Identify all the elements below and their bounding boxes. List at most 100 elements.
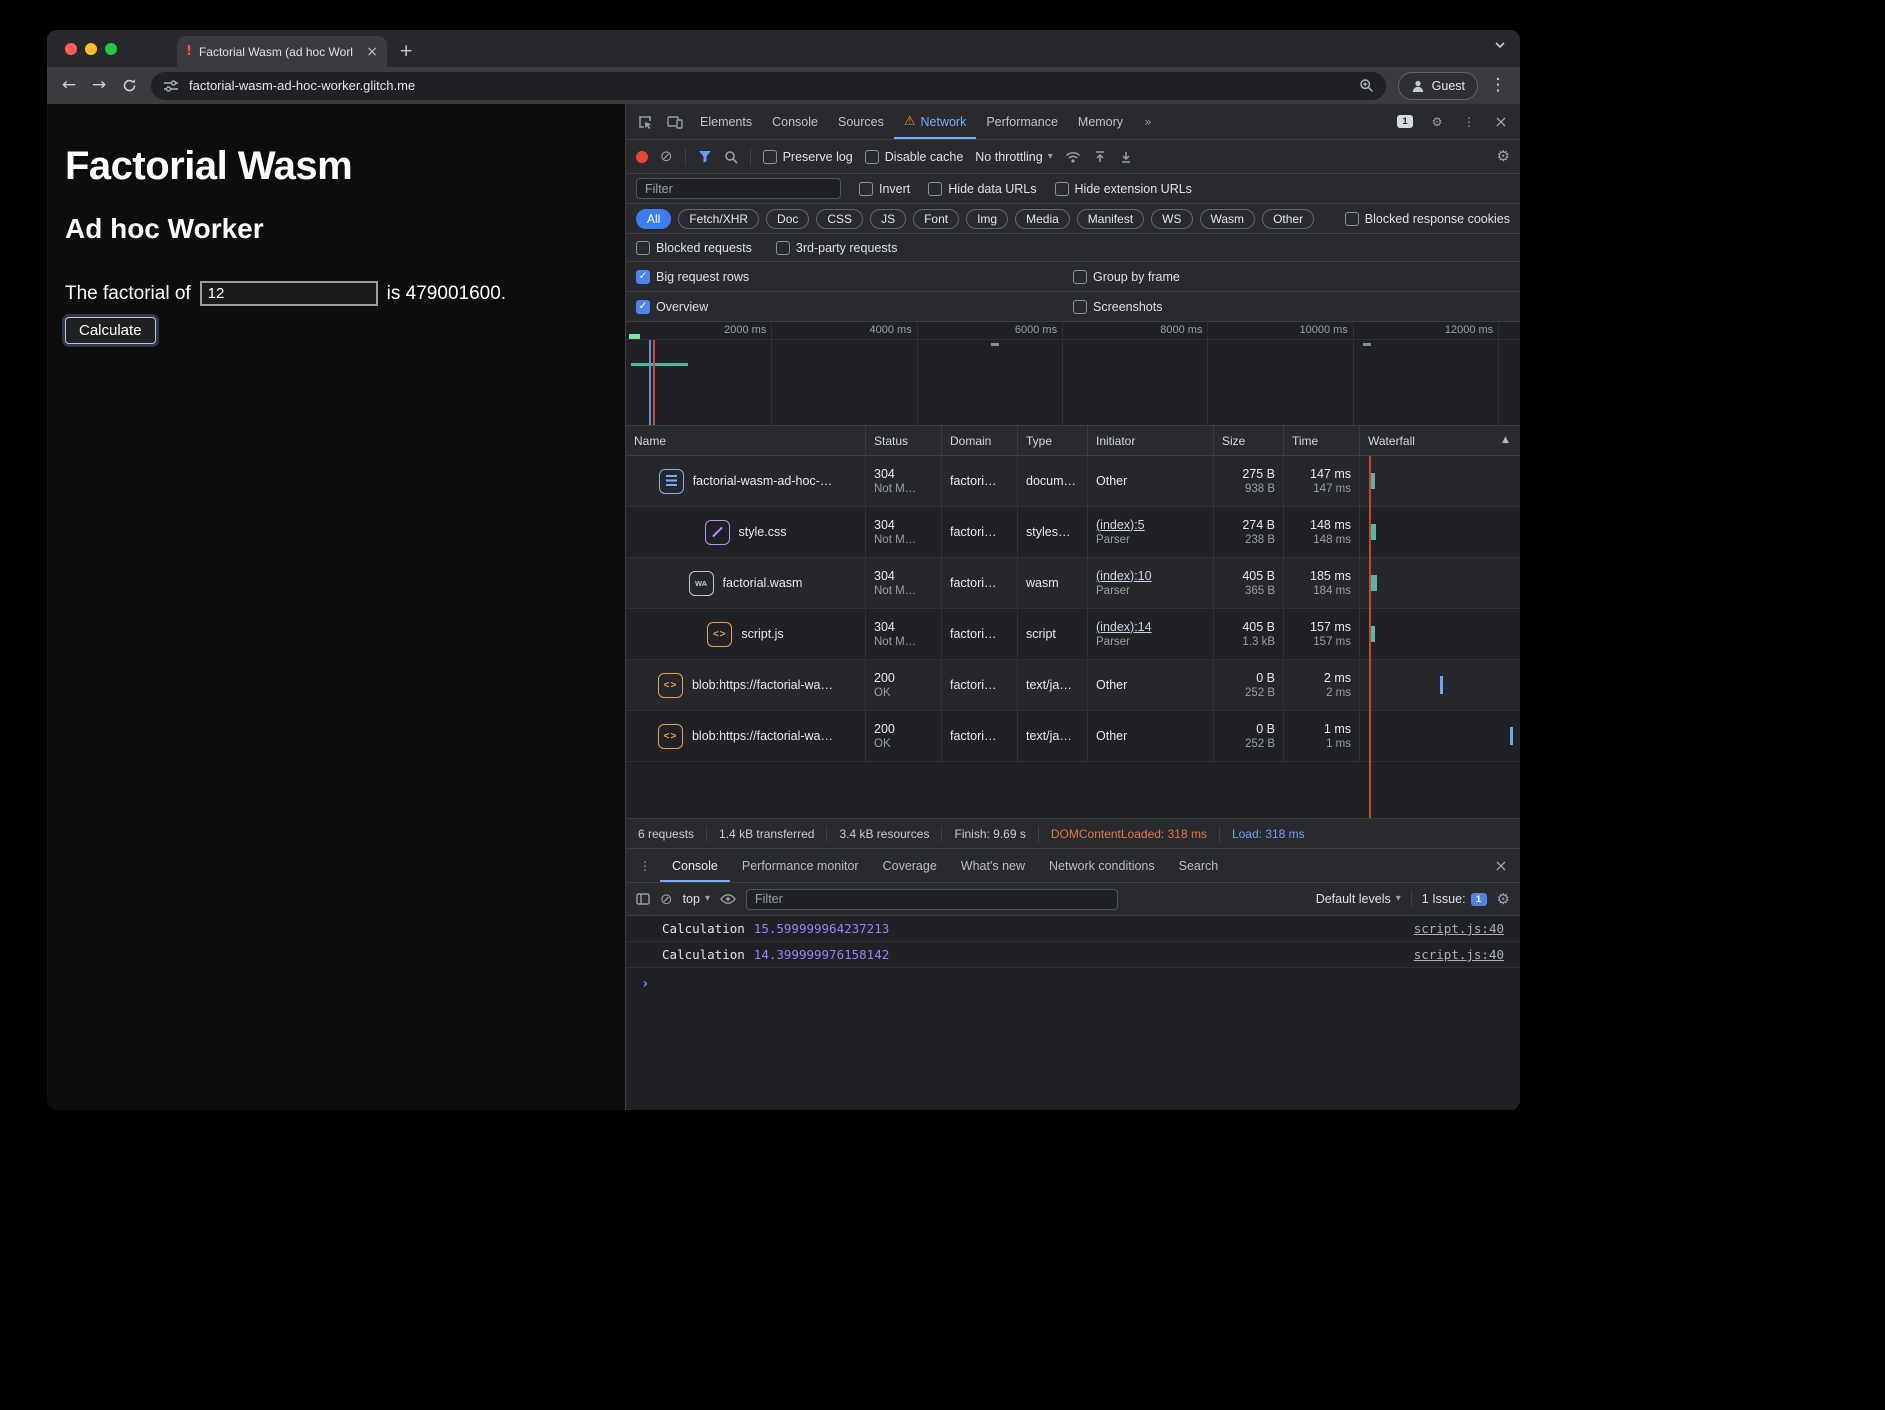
drawer-tab-network-conditions[interactable]: Network conditions — [1037, 849, 1167, 882]
calculate-button[interactable]: Calculate — [65, 317, 156, 344]
blocked-response-cookies-checkbox[interactable]: Blocked response cookies — [1345, 212, 1510, 226]
blocked-requests-checkbox[interactable]: Blocked requests — [636, 241, 752, 255]
console-filter-input[interactable] — [746, 889, 1118, 910]
log-levels-dropdown[interactable]: Default levels — [1316, 892, 1401, 906]
network-overview-timeline[interactable]: 2000 ms 4000 ms 6000 ms 8000 ms 10000 ms… — [626, 322, 1520, 426]
throttling-dropdown[interactable]: No throttling — [975, 150, 1052, 164]
column-header-size[interactable]: Size — [1214, 426, 1284, 455]
tab-console[interactable]: Console — [762, 104, 828, 139]
live-expression-eye-icon[interactable] — [720, 893, 736, 905]
filter-chip-fetch-xhr[interactable]: Fetch/XHR — [678, 209, 759, 229]
hide-data-urls-checkbox[interactable]: Hide data URLs — [928, 182, 1036, 196]
table-row[interactable]: factorial-wasm-ad-hoc-… 304 Not M… facto… — [626, 456, 1520, 507]
tab-sources[interactable]: Sources — [828, 104, 894, 139]
drawer-tab-coverage[interactable]: Coverage — [871, 849, 949, 882]
browser-tab[interactable]: Factorial Wasm (ad hoc Worl — [177, 36, 387, 67]
clear-console-icon[interactable] — [660, 892, 673, 907]
more-tabs-icon[interactable] — [1133, 107, 1163, 137]
export-har-icon[interactable] — [1119, 150, 1133, 164]
screenshots-checkbox[interactable]: Screenshots — [1073, 300, 1510, 314]
table-row[interactable]: script.js 304 Not M… factori… script (in… — [626, 609, 1520, 660]
message-source-link[interactable]: script.js:40 — [1414, 947, 1504, 962]
profile-button[interactable]: Guest — [1398, 72, 1478, 100]
filter-chip-ws[interactable]: WS — [1151, 209, 1192, 229]
filter-chip-all[interactable]: All — [636, 209, 671, 229]
filter-chip-js[interactable]: JS — [870, 209, 906, 229]
import-har-icon[interactable] — [1093, 150, 1107, 164]
zoom-icon[interactable] — [1359, 78, 1374, 93]
column-header-time[interactable]: Time — [1284, 426, 1360, 455]
issues-counter[interactable]: 1 — [1390, 107, 1420, 137]
filter-chip-manifest[interactable]: Manifest — [1077, 209, 1144, 229]
column-header-status[interactable]: Status — [866, 426, 942, 455]
inspect-element-icon[interactable] — [630, 107, 660, 137]
execution-context-dropdown[interactable]: top — [683, 892, 710, 906]
clear-network-log-icon[interactable] — [660, 149, 673, 164]
zoom-window-button[interactable] — [105, 43, 117, 55]
new-tab-button[interactable] — [387, 36, 425, 67]
disable-cache-checkbox[interactable]: Disable cache — [865, 150, 964, 164]
site-settings-icon[interactable] — [163, 79, 179, 93]
network-settings-icon[interactable] — [1497, 149, 1510, 164]
preserve-log-checkbox[interactable]: Preserve log — [763, 150, 853, 164]
hide-extension-urls-checkbox[interactable]: Hide extension URLs — [1055, 182, 1192, 196]
url-text[interactable]: factorial-wasm-ad-hoc-worker.glitch.me — [189, 78, 1349, 93]
device-toolbar-icon[interactable] — [660, 107, 690, 137]
drawer-tab-search[interactable]: Search — [1167, 849, 1231, 882]
third-party-requests-checkbox[interactable]: 3rd-party requests — [776, 241, 897, 255]
reload-button[interactable] — [115, 72, 143, 100]
tab-close-icon[interactable] — [366, 45, 378, 59]
record-network-log-button[interactable] — [636, 151, 648, 163]
initiator-link[interactable]: (index):10 — [1096, 569, 1152, 583]
browser-menu-button[interactable] — [1484, 72, 1512, 100]
table-row[interactable]: blob:https://factorial-wa… 200 OK factor… — [626, 660, 1520, 711]
forward-button[interactable] — [85, 72, 113, 100]
tab-performance[interactable]: Performance — [976, 104, 1068, 139]
tab-network[interactable]: Network — [894, 104, 977, 139]
filter-chip-other[interactable]: Other — [1262, 209, 1314, 229]
table-row[interactable]: factorial.wasm 304 Not M… factori… wasm … — [626, 558, 1520, 609]
filter-chip-font[interactable]: Font — [913, 209, 959, 229]
network-filter-input[interactable] — [636, 178, 841, 199]
initiator-link[interactable]: (index):5 — [1096, 518, 1145, 532]
filter-chip-media[interactable]: Media — [1015, 209, 1070, 229]
filter-chip-wasm[interactable]: Wasm — [1200, 209, 1256, 229]
drawer-tab-console[interactable]: Console — [660, 849, 730, 882]
back-button[interactable] — [55, 72, 83, 100]
column-header-domain[interactable]: Domain — [942, 426, 1018, 455]
invert-checkbox[interactable]: Invert — [859, 182, 910, 196]
devtools-menu-icon[interactable] — [1454, 107, 1484, 137]
overview-checkbox[interactable]: Overview — [636, 300, 1073, 314]
filter-funnel-icon[interactable] — [698, 150, 712, 163]
column-header-waterfall[interactable]: Waterfall — [1360, 426, 1520, 455]
factorial-input[interactable] — [200, 281, 378, 306]
tab-elements[interactable]: Elements — [690, 104, 762, 139]
drawer-tab-whats-new[interactable]: What's new — [949, 849, 1037, 882]
table-row[interactable]: blob:https://factorial-wa… 200 OK factor… — [626, 711, 1520, 762]
drawer-tab-performance-monitor[interactable]: Performance monitor — [730, 849, 871, 882]
console-sidebar-icon[interactable] — [636, 893, 650, 905]
column-header-type[interactable]: Type — [1018, 426, 1088, 455]
tab-memory[interactable]: Memory — [1068, 104, 1133, 139]
minimize-window-button[interactable] — [85, 43, 97, 55]
devtools-settings-icon[interactable] — [1422, 107, 1452, 137]
filter-chip-doc[interactable]: Doc — [766, 209, 809, 229]
column-header-initiator[interactable]: Initiator — [1088, 426, 1214, 455]
initiator-link[interactable]: (index):14 — [1096, 620, 1152, 634]
network-conditions-icon[interactable] — [1065, 151, 1081, 163]
column-header-name[interactable]: Name — [626, 426, 866, 455]
drawer-close-icon[interactable] — [1486, 851, 1516, 881]
close-window-button[interactable] — [65, 43, 77, 55]
search-icon[interactable] — [724, 150, 738, 164]
console-prompt[interactable] — [626, 968, 1520, 992]
filter-chip-img[interactable]: Img — [966, 209, 1008, 229]
issues-link[interactable]: 1 Issue: 1 — [1422, 892, 1487, 906]
address-bar[interactable]: factorial-wasm-ad-hoc-worker.glitch.me — [151, 72, 1386, 100]
message-source-link[interactable]: script.js:40 — [1414, 921, 1504, 936]
drawer-menu-icon[interactable] — [630, 851, 660, 881]
tab-search-chevron-icon[interactable] — [1494, 41, 1506, 49]
devtools-close-icon[interactable] — [1486, 107, 1516, 137]
console-settings-icon[interactable] — [1497, 892, 1510, 907]
table-row[interactable]: style.css 304 Not M… factori… styles… (i… — [626, 507, 1520, 558]
big-request-rows-checkbox[interactable]: Big request rows — [636, 270, 1073, 284]
